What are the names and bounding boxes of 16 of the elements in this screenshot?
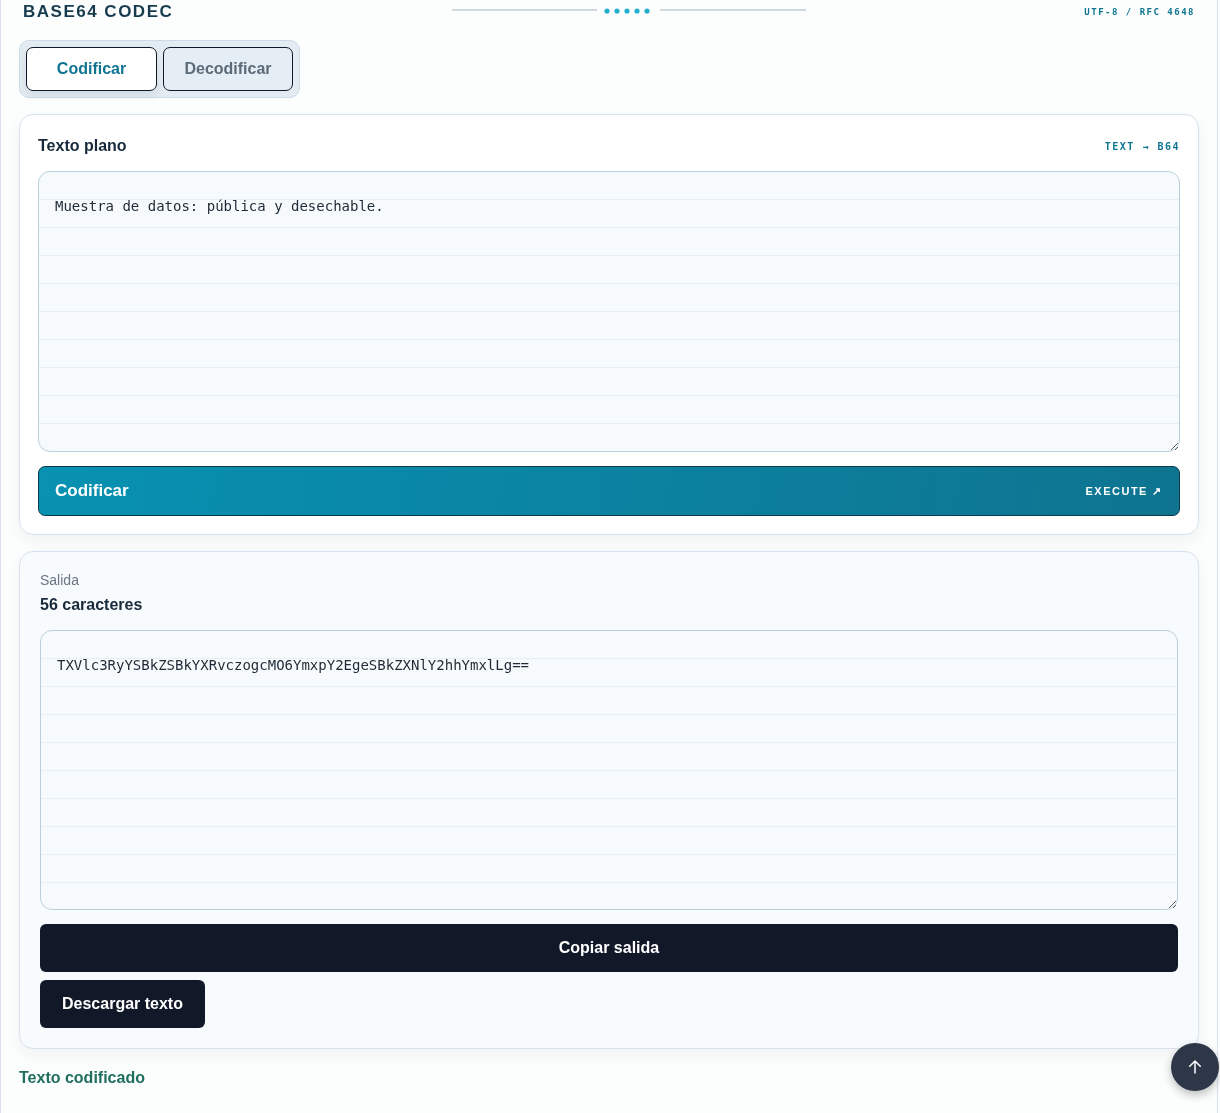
copy-button[interactable]: Copiar salida	[40, 924, 1178, 972]
plain-text-field[interactable]: Muestra de datos: pública y desechable.	[38, 171, 1180, 452]
app-title: BASE64 CODEC	[23, 2, 174, 22]
download-button[interactable]: Descargar texto	[40, 980, 205, 1028]
encode-button[interactable]: Codificar EXECUTE ↗	[38, 466, 1180, 516]
mode-tag: TEXT → B64	[1104, 140, 1180, 152]
standard-label: UTF-8 / RFC 4648	[1084, 7, 1195, 17]
card-title: Texto plano	[38, 137, 127, 155]
arrow-up-icon	[1186, 1058, 1204, 1076]
character-count: 56 caracteres	[40, 596, 144, 614]
output-field[interactable]: TXVlc3RyYSBkZSBkYXRvczogcMO6YmxpY2EgeSBkZXNlY2hhYmxlLg==	[40, 630, 1178, 910]
mode-tab[interactable]: Codificar	[26, 47, 157, 91]
output-label: Salida	[40, 572, 80, 588]
scroll-top-button[interactable]	[1171, 1043, 1219, 1091]
status-text: Texto codificado	[19, 1069, 146, 1087]
mode-tab[interactable]: Decodificar	[163, 47, 293, 91]
